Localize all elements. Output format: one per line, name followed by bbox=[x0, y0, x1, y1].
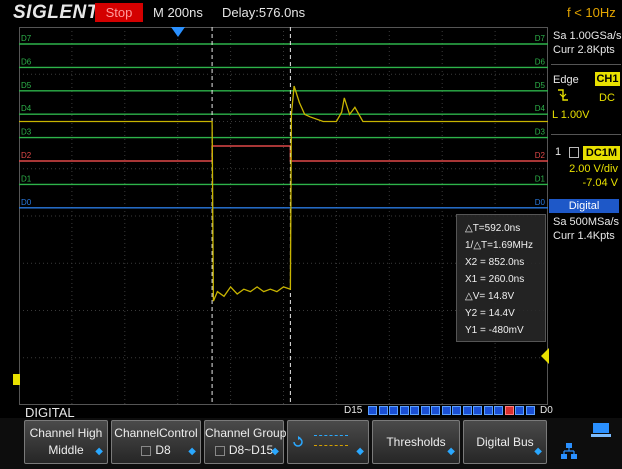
digital-label-d5: D5 bbox=[21, 81, 32, 90]
digital-bit bbox=[441, 406, 451, 415]
channel-control-button[interactable]: ChannelControl D8 ◆ bbox=[111, 420, 201, 464]
trigger-position-marker-icon[interactable] bbox=[170, 26, 186, 38]
digital-bit bbox=[462, 406, 472, 415]
digital-bit bbox=[494, 406, 503, 415]
checkbox-icon bbox=[141, 445, 152, 456]
rotate-knob-icon bbox=[293, 436, 303, 447]
button-label: Channel High bbox=[29, 426, 103, 440]
digital-bit bbox=[431, 406, 440, 415]
brand-logo: SIGLENT bbox=[13, 2, 99, 23]
digital-label-right-d1: D1 bbox=[535, 174, 546, 183]
trigger-source-badge[interactable]: CH1 bbox=[595, 72, 620, 86]
divider bbox=[551, 64, 621, 65]
top-status-bar: SIGLENT Stop M 200ns Delay:576.0ns f < 1… bbox=[0, 0, 622, 26]
thresholds-button[interactable]: Thresholds ◆ bbox=[372, 420, 460, 464]
y1-readout: Y1 = -480mV bbox=[465, 325, 524, 336]
divider bbox=[551, 134, 621, 135]
delta-t-readout: △T=592.0ns bbox=[465, 223, 521, 234]
threshold-line bbox=[314, 445, 348, 446]
threshold-level-button[interactable]: ◆ bbox=[287, 420, 369, 464]
falling-edge-icon bbox=[558, 89, 568, 101]
chevron-up-icon: ◆ bbox=[271, 446, 279, 457]
chevron-up-icon: ◆ bbox=[356, 446, 364, 457]
digital-bit bbox=[420, 406, 430, 415]
button-value: D8~D15 bbox=[228, 443, 274, 457]
channel1-number[interactable]: 1 bbox=[555, 146, 561, 158]
trigger-frequency-readout: f < 10Hz bbox=[567, 5, 616, 20]
digital-label-right-d6: D6 bbox=[535, 57, 546, 66]
chevron-up-icon: ◆ bbox=[95, 446, 103, 457]
digital-label-d1: D1 bbox=[21, 174, 32, 183]
button-label: Thresholds bbox=[386, 435, 446, 449]
delta-v-readout: △V= 14.8V bbox=[465, 291, 515, 302]
x2-readout: X2 = 852.0ns bbox=[465, 257, 525, 268]
digital-bit bbox=[389, 406, 398, 415]
digital-trace-d2 bbox=[19, 145, 548, 162]
channel-high-button[interactable]: Channel High Middle ◆ bbox=[24, 420, 108, 464]
digital-bit bbox=[504, 406, 514, 415]
digital-bit bbox=[452, 406, 461, 415]
digital-sample-rate: Sa 500MSa/s bbox=[553, 216, 620, 228]
channel1-ground-marker[interactable] bbox=[13, 374, 20, 385]
display-icon bbox=[591, 423, 611, 437]
trigger-type[interactable]: Edge bbox=[553, 74, 579, 86]
digital-bit bbox=[515, 406, 524, 415]
memory-depth-readout: Curr 2.8Kpts bbox=[553, 44, 615, 56]
delay-readout[interactable]: Delay:576.0ns bbox=[222, 5, 305, 20]
digital-label-d6: D6 bbox=[21, 57, 32, 66]
digital-label-right-d5: D5 bbox=[535, 81, 546, 90]
cursor-measurement-box: △T=592.0ns 1/△T=1.69MHz X2 = 852.0ns X1 … bbox=[456, 214, 546, 342]
trigger-level[interactable]: L 1.00V bbox=[552, 109, 590, 121]
digital-label-d7: D7 bbox=[21, 34, 32, 43]
chevron-down-icon: ◆ bbox=[534, 446, 542, 457]
digital-label-right-d0: D0 bbox=[535, 198, 546, 207]
sample-rate-readout: Sa 1.00GSa/s bbox=[553, 30, 622, 42]
digital-bit bbox=[525, 406, 535, 415]
trigger-level-marker-icon[interactable] bbox=[540, 348, 550, 364]
bandwidth-limit-icon bbox=[569, 147, 579, 158]
button-label: Channel Group bbox=[205, 426, 287, 440]
scope-screen: SIGLENT Stop M 200ns Delay:576.0ns f < 1… bbox=[0, 0, 622, 469]
digital-label-d4: D4 bbox=[21, 104, 32, 113]
threshold-line bbox=[314, 435, 348, 436]
timebase-readout[interactable]: M 200ns bbox=[153, 5, 203, 20]
button-value: D8 bbox=[155, 443, 171, 457]
digital-bit bbox=[378, 406, 388, 415]
y2-readout: Y2 = 14.4V bbox=[465, 308, 515, 319]
inverse-delta-t-readout: 1/△T=1.69MHz bbox=[465, 240, 533, 251]
channel1-coupling-badge[interactable]: DC1M bbox=[583, 146, 620, 160]
digital-bit bbox=[368, 406, 377, 415]
bits-right-label: D0 bbox=[540, 405, 553, 416]
bits-left-label: D15 bbox=[344, 405, 363, 416]
digital-label-d0: D0 bbox=[21, 198, 32, 207]
run-stop-status[interactable]: Stop bbox=[95, 3, 143, 22]
channel-group-button[interactable]: Channel Group D8~D15 ◆ bbox=[204, 420, 287, 464]
channel1-offset[interactable]: -7.04 V bbox=[583, 177, 618, 189]
button-value-wrap: D8 bbox=[112, 443, 200, 457]
digital-label-right-d3: D3 bbox=[535, 128, 546, 137]
digital-label-right-d4: D4 bbox=[535, 104, 546, 113]
chevron-up-icon: ◆ bbox=[188, 446, 196, 457]
digital-label-d2: D2 bbox=[21, 151, 32, 160]
channel1-volts-div[interactable]: 2.00 V/div bbox=[569, 163, 618, 175]
x1-readout: X1 = 260.0ns bbox=[465, 274, 525, 285]
digital-label-right-d2: D2 bbox=[535, 151, 546, 160]
digital-bit bbox=[473, 406, 482, 415]
trigger-coupling: DC bbox=[599, 92, 615, 104]
network-icon bbox=[561, 443, 577, 459]
digital-badge[interactable]: Digital bbox=[549, 199, 619, 213]
digital-bit bbox=[483, 406, 493, 415]
checkbox-icon bbox=[214, 445, 225, 456]
button-label: ChannelControl bbox=[114, 426, 198, 440]
digital-memory-depth: Curr 1.4Kpts bbox=[553, 230, 615, 242]
chevron-down-icon: ◆ bbox=[447, 446, 455, 457]
digital-label-d3: D3 bbox=[21, 128, 32, 137]
digital-bit bbox=[399, 406, 409, 415]
digital-bit bbox=[410, 406, 419, 415]
softkey-bar: Channel High Middle ◆ ChannelControl D8 … bbox=[0, 418, 622, 469]
digital-label-right-d7: D7 bbox=[535, 34, 546, 43]
digital-bus-button[interactable]: Digital Bus ◆ bbox=[463, 420, 547, 464]
